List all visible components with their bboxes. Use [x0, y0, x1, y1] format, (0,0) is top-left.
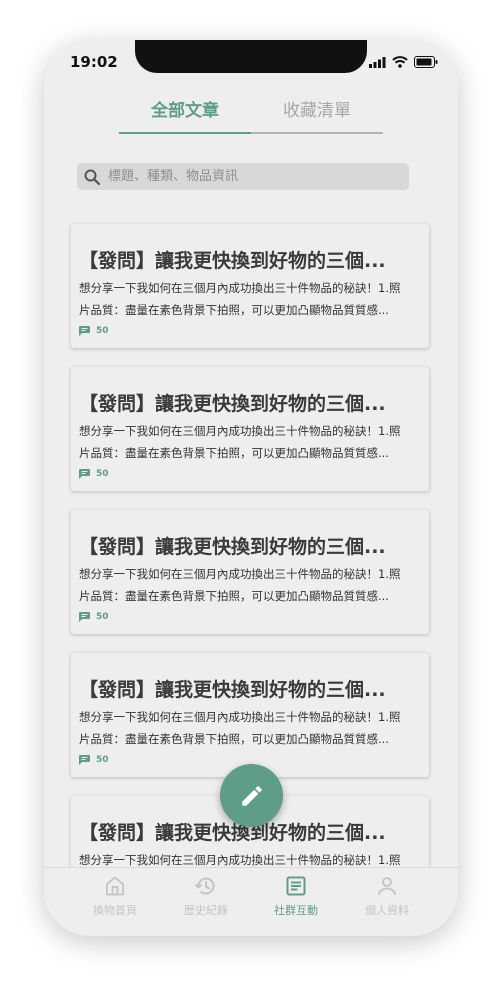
tab-indicator-inactive — [251, 132, 383, 134]
article-card[interactable]: 【發問】讓我更快換到好物的三個... 想分享一下我如何在三個月內成功換出三十件物… — [71, 367, 429, 491]
status-time: 19:02 — [70, 53, 118, 71]
phone-frame: 19:02 全部文章 收藏清單 【發 — [44, 40, 458, 936]
comment-meta: 50 — [79, 612, 109, 622]
comment-count: 50 — [96, 612, 109, 622]
nav-item-profile[interactable]: 個人資料 — [342, 874, 432, 918]
article-excerpt-line: 片品質：盡量在素色背景下拍照，可以更加凸顯物品質質感... — [79, 589, 389, 603]
article-excerpt-line: 想分享一下我如何在三個月內成功換出三十件物品的秘訣！1.照 — [79, 281, 401, 295]
article-excerpt-line: 想分享一下我如何在三個月內成功換出三十件物品的秘訣！1.照 — [79, 710, 401, 724]
article-excerpt-line: 想分享一下我如何在三個月內成功換出三十件物品的秘訣！1.照 — [79, 567, 401, 581]
compose-button[interactable] — [220, 764, 283, 827]
article-excerpt: 想分享一下我如何在三個月內成功換出三十件物品的秘訣！1.照 片品質：盡量在素色背… — [79, 277, 424, 321]
article-title: 【發問】讓我更快換到好物的三個... — [79, 536, 386, 558]
tab-all-articles[interactable]: 全部文章 — [119, 96, 251, 132]
battery-icon — [414, 56, 438, 68]
article-excerpt-line: 片品質：盡量在素色背景下拍照，可以更加凸顯物品質質感... — [79, 446, 389, 460]
article-card[interactable]: 【發問】讓我更快換到好物的三個... 想分享一下我如何在三個月內成功換出三十件物… — [71, 224, 429, 348]
comment-count: 50 — [96, 326, 109, 336]
signal-icon — [369, 56, 386, 68]
person-icon — [378, 877, 396, 896]
article-excerpt-line: 想分享一下我如何在三個月內成功換出三十件物品的秘訣！1.照 — [79, 424, 401, 438]
pencil-icon — [241, 785, 262, 806]
comment-icon — [79, 326, 90, 336]
nav-label: 歷史紀錄 — [184, 904, 228, 917]
comment-meta: 50 — [79, 755, 109, 765]
bottom-nav: 換物首頁 歷史紀錄 社群互動 個人資料 — [44, 867, 458, 936]
article-title: 【發問】讓我更快換到好物的三個... — [79, 393, 386, 415]
search-icon — [84, 169, 100, 185]
comment-icon — [79, 612, 90, 622]
status-icons — [369, 56, 438, 68]
tab-bar: 全部文章 收藏清單 — [119, 96, 383, 134]
article-excerpt-line: 片品質：盡量在素色背景下拍照，可以更加凸顯物品質質感... — [79, 303, 389, 317]
search-bar[interactable] — [77, 163, 409, 190]
tab-saved-list[interactable]: 收藏清單 — [251, 96, 383, 132]
comment-icon — [79, 755, 90, 765]
comment-icon — [79, 469, 90, 479]
article-card[interactable]: 【發問】讓我更快換到好物的三個... 想分享一下我如何在三個月內成功換出三十件物… — [71, 653, 429, 777]
comment-count: 50 — [96, 469, 109, 479]
article-excerpt-line: 片品質：盡量在素色背景下拍照，可以更加凸顯物品質質感... — [79, 732, 389, 746]
article-icon — [286, 876, 306, 896]
nav-item-history[interactable]: 歷史紀錄 — [161, 874, 251, 918]
nav-label: 個人資料 — [365, 904, 409, 917]
comment-meta: 50 — [79, 469, 109, 479]
article-card[interactable]: 【發問】讓我更快換到好物的三個... 想分享一下我如何在三個月內成功換出三十件物… — [71, 510, 429, 634]
wifi-icon — [392, 56, 408, 68]
article-title: 【發問】讓我更快換到好物的三個... — [79, 250, 386, 272]
comment-count: 50 — [96, 755, 109, 765]
nav-item-community[interactable]: 社群互動 — [251, 874, 341, 918]
comment-meta: 50 — [79, 326, 109, 336]
article-title: 【發問】讓我更快換到好物的三個... — [79, 822, 386, 844]
article-title: 【發問】讓我更快換到好物的三個... — [79, 679, 386, 701]
tab-indicator-active — [119, 132, 251, 134]
home-icon — [106, 876, 124, 896]
search-input[interactable] — [106, 168, 400, 185]
article-excerpt: 想分享一下我如何在三個月內成功換出三十件物品的秘訣！1.照 片品質：盡量在素色背… — [79, 420, 424, 464]
nav-label: 換物首頁 — [93, 904, 137, 917]
nav-item-home[interactable]: 換物首頁 — [70, 874, 160, 918]
history-icon — [194, 877, 215, 895]
notch — [135, 40, 367, 73]
article-excerpt: 想分享一下我如何在三個月內成功換出三十件物品的秘訣！1.照 片品質：盡量在素色背… — [79, 563, 424, 607]
article-excerpt: 想分享一下我如何在三個月內成功換出三十件物品的秘訣！1.照 片品質：盡量在素色背… — [79, 706, 424, 750]
nav-label: 社群互動 — [274, 904, 318, 917]
